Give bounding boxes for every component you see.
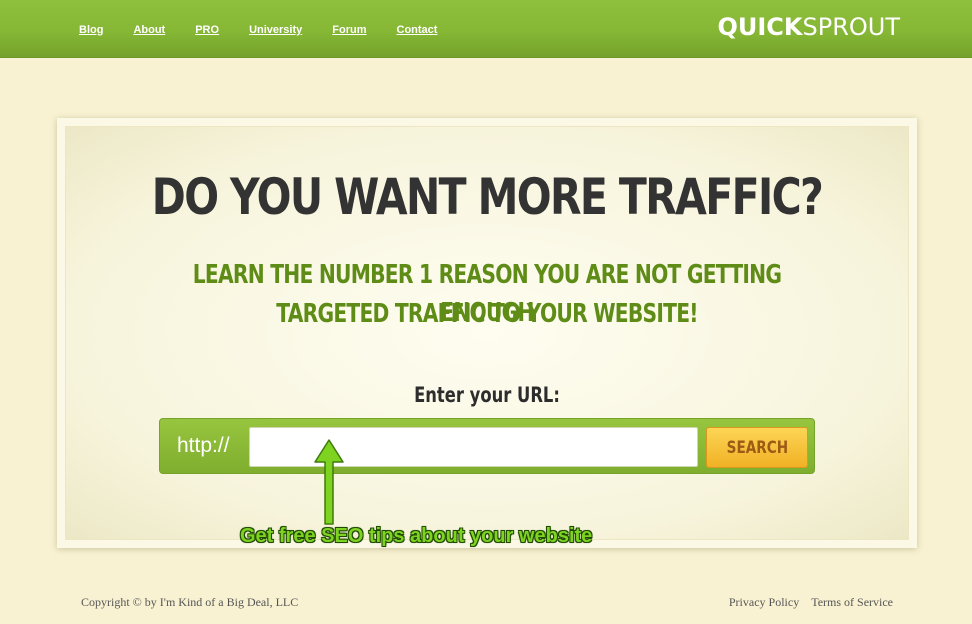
arrow-up-icon: [314, 439, 344, 525]
search-button-label: SEARCH: [726, 437, 788, 458]
nav-forum[interactable]: Forum: [332, 24, 366, 36]
page-headline: DO YOU WANT MORE TRAFFIC?: [151, 168, 824, 226]
nav-contact[interactable]: Contact: [397, 24, 438, 36]
url-label: Enter your URL:: [414, 383, 560, 407]
nav-pro[interactable]: PRO: [195, 24, 219, 36]
logo-part-quick: QUICK: [717, 13, 803, 41]
main-nav: Blog About PRO University Forum Contact: [79, 24, 467, 36]
site-header: Blog About PRO University Forum Contact …: [0, 0, 972, 58]
logo-part-sprout: SPROUT: [802, 13, 901, 41]
terms-of-service-link[interactable]: Terms of Service: [811, 595, 893, 610]
url-prefix: http://: [177, 434, 230, 457]
url-search-bar: http:// SEARCH: [159, 418, 815, 474]
nav-university[interactable]: University: [249, 24, 302, 36]
copyright: Copyright © by I'm Kind of a Big Deal, L…: [81, 595, 299, 609]
quicksprout-logo[interactable]: QUICKSPROUT: [717, 13, 900, 41]
footer-links: Privacy Policy Terms of Service: [717, 595, 893, 610]
subheadline-line-2: TARGETED TRAFFIC TO YOUR WEBSITE!: [276, 299, 698, 329]
search-button[interactable]: SEARCH: [706, 427, 808, 468]
nav-about[interactable]: About: [133, 24, 165, 36]
seo-tip-text: Get free SEO tips about your website: [240, 525, 593, 547]
nav-blog[interactable]: Blog: [79, 24, 103, 36]
privacy-policy-link[interactable]: Privacy Policy: [729, 595, 799, 610]
seo-tip-callout: Get free SEO tips about your website: [240, 525, 592, 548]
